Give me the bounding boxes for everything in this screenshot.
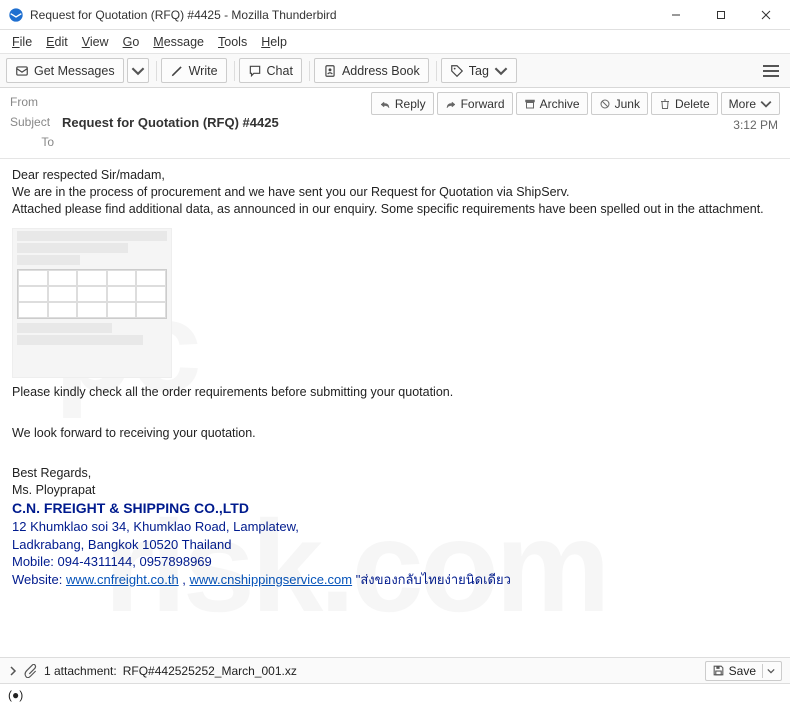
app-menu-button[interactable]: [758, 65, 784, 77]
chat-icon: [248, 64, 262, 78]
signature-link[interactable]: www.cnshippingservice.com: [190, 572, 353, 587]
separator: [436, 61, 437, 81]
save-attachment-button[interactable]: Save: [705, 661, 782, 681]
save-icon: [712, 664, 725, 677]
to-label: To: [10, 135, 62, 149]
status-bar: (●): [0, 683, 790, 705]
close-button[interactable]: [743, 1, 788, 29]
forward-button[interactable]: Forward: [437, 92, 513, 115]
attachment-filename[interactable]: RFQ#442525252_March_001.xz: [123, 664, 297, 678]
tag-icon: [450, 64, 464, 78]
get-messages-label: Get Messages: [34, 64, 115, 78]
signature-link[interactable]: www.cnfreight.co.th: [66, 572, 179, 587]
body-line: Best Regards,: [12, 465, 778, 482]
subject-label: Subject: [10, 115, 62, 129]
menu-file[interactable]: File: [6, 33, 38, 51]
message-header: Reply Forward Archive Junk Delete More F…: [0, 88, 790, 159]
menu-edit[interactable]: Edit: [40, 33, 74, 51]
chat-button[interactable]: Chat: [239, 58, 302, 83]
menu-message[interactable]: Message: [147, 33, 210, 51]
window-title: Request for Quotation (RFQ) #4425 - Mozi…: [30, 8, 653, 22]
body-line: Attached please find additional data, as…: [12, 201, 778, 218]
more-button[interactable]: More: [721, 92, 780, 115]
body-line: We are in the process of procurement and…: [12, 184, 778, 201]
signature-mobile: Mobile: 094-4311144, 0957898969: [12, 553, 778, 571]
get-messages-dropdown[interactable]: [127, 58, 149, 83]
addressbook-icon: [323, 64, 337, 78]
connection-icon: (●): [8, 688, 23, 702]
header-actions: Reply Forward Archive Junk Delete More: [371, 92, 780, 115]
menu-view[interactable]: View: [76, 33, 115, 51]
subject-value: Request for Quotation (RFQ) #4425: [62, 115, 279, 130]
from-label: From: [10, 95, 62, 109]
get-messages-button[interactable]: Get Messages: [6, 58, 124, 83]
maximize-button[interactable]: [698, 1, 743, 29]
signature-address: Ladkrabang, Bangkok 10520 Thailand: [12, 536, 778, 554]
signature-website: Website: www.cnfreight.co.th , www.cnshi…: [12, 571, 778, 589]
menu-tools[interactable]: Tools: [212, 33, 253, 51]
tag-label: Tag: [469, 64, 489, 78]
signature-address: 12 Khumklao soi 34, Khumklao Road, Lampl…: [12, 518, 778, 536]
app-icon: [8, 7, 24, 23]
body-line: Ms. Ployprapat: [12, 482, 778, 499]
tag-button[interactable]: Tag: [441, 58, 517, 83]
write-label: Write: [189, 64, 218, 78]
body-line: Please kindly check all the order requir…: [12, 384, 778, 401]
menu-help[interactable]: Help: [255, 33, 293, 51]
chat-label: Chat: [267, 64, 293, 78]
minimize-button[interactable]: [653, 1, 698, 29]
attachment-bar: 1 attachment: RFQ#442525252_March_001.xz…: [0, 657, 790, 683]
message-body: pc risk.com Dear respected Sir/madam, We…: [0, 159, 790, 657]
signature-company: C.N. FREIGHT & SHIPPING CO.,LTD: [12, 499, 778, 518]
menubar: File Edit View Go Message Tools Help: [0, 30, 790, 54]
delete-button[interactable]: Delete: [651, 92, 718, 115]
separator: [156, 61, 157, 81]
archive-button[interactable]: Archive: [516, 92, 588, 115]
body-line: Dear respected Sir/madam,: [12, 167, 778, 184]
write-button[interactable]: Write: [161, 58, 227, 83]
address-book-label: Address Book: [342, 64, 420, 78]
window-titlebar: Request for Quotation (RFQ) #4425 - Mozi…: [0, 0, 790, 30]
reply-button[interactable]: Reply: [371, 92, 434, 115]
separator: [309, 61, 310, 81]
separator: [234, 61, 235, 81]
body-line: We look forward to receiving your quotat…: [12, 425, 778, 442]
inbox-icon: [15, 64, 29, 78]
address-book-button[interactable]: Address Book: [314, 58, 429, 83]
attachment-count: 1 attachment:: [44, 664, 117, 678]
junk-button[interactable]: Junk: [591, 92, 648, 115]
paperclip-icon: [24, 664, 38, 678]
attachment-preview-image: [12, 228, 172, 378]
chevron-right-icon[interactable]: [8, 666, 18, 676]
pencil-icon: [170, 64, 184, 78]
menu-go[interactable]: Go: [117, 33, 146, 51]
main-toolbar: Get Messages Write Chat Address Book Tag: [0, 54, 790, 88]
message-time: 3:12 PM: [733, 118, 778, 132]
